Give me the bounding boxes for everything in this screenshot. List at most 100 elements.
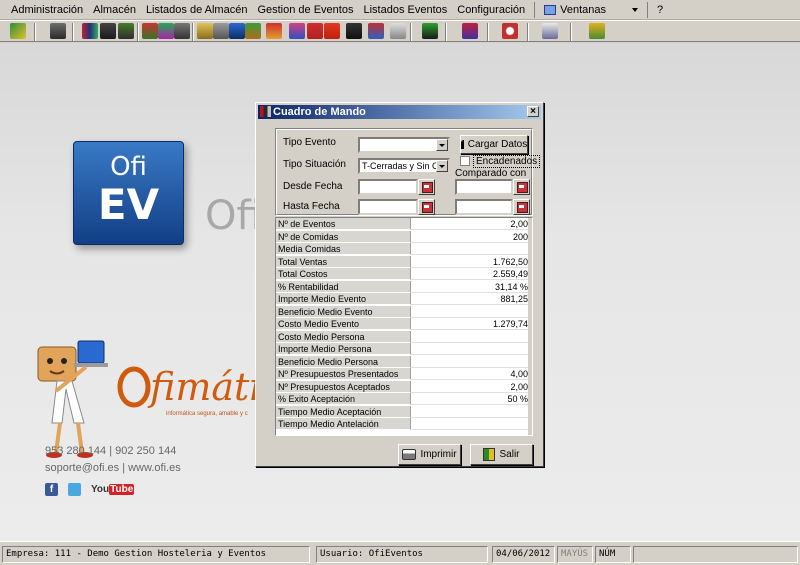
stat-row[interactable]: Nº de Eventos 2,00: [276, 218, 530, 231]
book-icon[interactable]: [229, 23, 245, 39]
status-empty: [633, 546, 798, 563]
menu-listados-almacen[interactable]: Listados de Almacén: [141, 4, 253, 16]
person-icon[interactable]: [346, 23, 362, 39]
stat-row[interactable]: Tiempo Medio Antelación: [276, 418, 530, 431]
tipo-situacion-label: Tipo Situación: [283, 159, 346, 170]
stat-row[interactable]: Total Ventas 1.762,50: [276, 255, 530, 269]
stat-value: [411, 343, 530, 355]
stat-row[interactable]: Importe Medio Evento 881,25: [276, 293, 530, 306]
menu-configuracion[interactable]: Configuración: [452, 4, 530, 16]
tipo-situacion-combo[interactable]: T-Cerradas y Sin Cer: [358, 158, 450, 174]
tipo-evento-combo[interactable]: [358, 137, 450, 153]
stat-row[interactable]: % Rentabilidad 31,14 %: [276, 280, 530, 294]
people-icon[interactable]: [174, 23, 190, 39]
salir-button[interactable]: Salir: [470, 444, 533, 465]
menu-gestion-eventos[interactable]: Gestion de Eventos: [252, 4, 358, 16]
stat-value: 2.559,49: [411, 268, 530, 280]
mascot-illustration: [37, 340, 108, 458]
menu-listados-eventos[interactable]: Listados Eventos: [358, 4, 452, 16]
toolbar-separator: [487, 23, 489, 41]
calendar-icon[interactable]: [418, 199, 435, 215]
menu-administracion[interactable]: Administración: [6, 4, 88, 16]
stat-row[interactable]: Nº de Comidas 200: [276, 230, 530, 244]
chevron-down-icon[interactable]: [436, 139, 448, 151]
toolbar: [0, 20, 800, 42]
desde-fecha-label: Desde Fecha: [283, 181, 343, 192]
chart-icon[interactable]: [368, 23, 384, 39]
ofiev-logo: Ofi EV: [73, 141, 184, 245]
gift-icon[interactable]: [245, 23, 261, 39]
contacts-icon[interactable]: [542, 23, 558, 39]
menu-almacen[interactable]: Almacén: [88, 4, 141, 16]
menu-ventanas[interactable]: Ventanas: [539, 4, 643, 16]
youtube-tube: Tube: [109, 484, 135, 495]
stats-scrollbar[interactable]: [528, 218, 532, 435]
stat-row[interactable]: Beneficio Medio Persona: [276, 355, 530, 369]
key-icon[interactable]: [589, 23, 605, 39]
stat-row[interactable]: Total Costos 2.559,49: [276, 268, 530, 281]
encadenados-checkbox[interactable]: [460, 156, 470, 166]
tipo-evento-label: Tipo Evento: [283, 137, 336, 148]
stat-row[interactable]: Media Comidas: [276, 243, 530, 256]
facebook-icon[interactable]: f: [45, 483, 58, 496]
stat-row[interactable]: % Exito Aceptación 50 %: [276, 393, 530, 406]
youtube-icon[interactable]: YouTube: [91, 484, 135, 495]
transfer-icon[interactable]: [213, 23, 229, 39]
wine-icon[interactable]: [118, 23, 134, 39]
document-icon[interactable]: [390, 23, 406, 39]
stat-row[interactable]: Importe Medio Persona: [276, 343, 530, 356]
stat-label: Costo Medio Persona: [276, 330, 411, 343]
encadenados-label[interactable]: Encadenados: [473, 155, 541, 168]
walk-icon[interactable]: [100, 23, 116, 39]
comparado-con-label: Comparado con: [455, 168, 527, 179]
printer-icon: [402, 449, 417, 460]
stat-row[interactable]: Costo Medio Evento 1.279,74: [276, 318, 530, 331]
stat-label: Total Ventas: [276, 255, 411, 268]
tool-icon[interactable]: [422, 23, 438, 39]
logo-ofi-text: Ofi: [110, 152, 147, 182]
calendar-icon[interactable]: [513, 179, 530, 195]
dialog-titlebar[interactable]: Cuadro de Mando ×: [258, 105, 541, 119]
calendar-icon[interactable]: [418, 179, 435, 195]
copy-icon[interactable]: [197, 23, 213, 39]
staff-icon[interactable]: [82, 23, 98, 39]
hasta-fecha-label: Hasta Fecha: [283, 201, 340, 212]
modules-icon[interactable]: [10, 23, 26, 39]
cargar-datos-button[interactable]: Cargar Datos: [460, 135, 528, 154]
cutlery-icon[interactable]: [289, 23, 305, 39]
chef-icon[interactable]: [142, 23, 158, 39]
close-icon[interactable]: ×: [527, 106, 539, 117]
imprimir-button[interactable]: Imprimir: [398, 444, 461, 465]
toolbar-separator: [410, 23, 412, 41]
stat-value: [411, 243, 530, 255]
receipt-icon[interactable]: [158, 23, 174, 39]
hasta-fecha-field[interactable]: [358, 199, 418, 215]
logo-ev-text: EV: [97, 180, 160, 229]
calendar-icon[interactable]: [513, 199, 530, 215]
stat-label: % Rentabilidad: [276, 280, 411, 293]
calendar-icon[interactable]: [266, 23, 282, 39]
arrow-curve-icon: [460, 140, 464, 149]
stat-row[interactable]: Nº Presupuestos Presentados 4,00: [276, 368, 530, 381]
desde-fecha-field[interactable]: [358, 179, 418, 195]
window-icon[interactable]: [50, 23, 66, 39]
stat-value: 50 %: [411, 393, 530, 405]
stat-row[interactable]: Costo Medio Persona: [276, 330, 530, 344]
twitter-icon[interactable]: [68, 483, 81, 496]
phone-numbers: 953 280 144 | 902 250 144: [45, 445, 177, 457]
stat-row[interactable]: Beneficio Medio Evento: [276, 305, 530, 319]
stat-value: 881,25: [411, 293, 530, 305]
status-mayus: MAYÚS: [557, 546, 593, 563]
comparado-desde-field[interactable]: [455, 179, 513, 195]
menu-help[interactable]: ?: [652, 4, 668, 16]
stat-row[interactable]: Tiempo Medio Aceptación: [276, 405, 530, 419]
alarm-icon[interactable]: [462, 23, 478, 39]
social-links: f YouTube: [45, 483, 135, 496]
percent-icon[interactable]: [324, 23, 340, 39]
clock-icon[interactable]: [502, 23, 518, 39]
fork-icon[interactable]: [307, 23, 323, 39]
stat-row[interactable]: Nº Presupuestos Aceptados 2,00: [276, 380, 530, 394]
comparado-hasta-field[interactable]: [455, 199, 513, 215]
chevron-down-icon[interactable]: [436, 160, 448, 172]
status-usuario: Usuario: OfiEventos: [316, 546, 488, 563]
